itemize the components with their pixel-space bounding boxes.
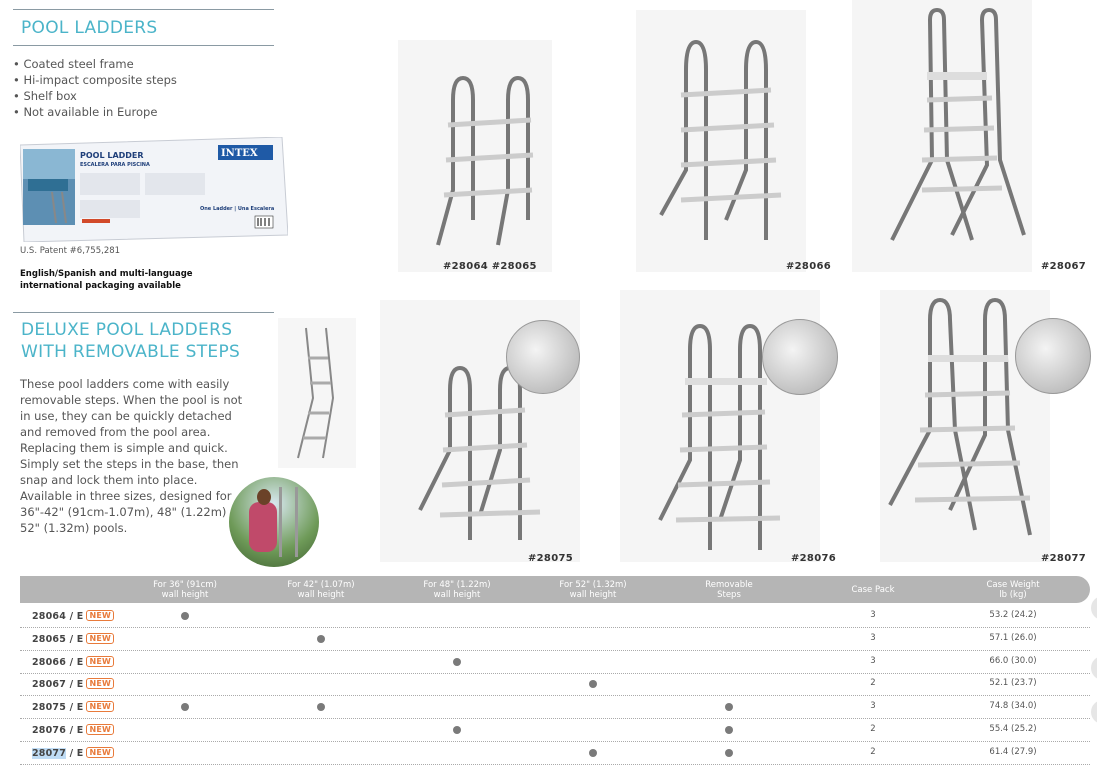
box-caption: One Ladder | Una Escalera bbox=[200, 206, 274, 212]
sku-label: #28075 bbox=[528, 553, 573, 564]
deluxe-title-line2: WITH REMOVABLE STEPS bbox=[21, 342, 241, 362]
case-pack-value: 3 bbox=[870, 632, 876, 643]
deluxe-description: These pool ladders come with easily remo… bbox=[20, 377, 252, 535]
item-code: 28076 / E NEW bbox=[32, 724, 115, 736]
side-tab[interactable] bbox=[1091, 656, 1097, 680]
sku-label: #28067 bbox=[1041, 261, 1086, 272]
deluxe-title-line1: DELUXE POOL LADDERS bbox=[21, 320, 233, 340]
deluxe-rule bbox=[13, 312, 274, 313]
ladder-photo-28064 bbox=[398, 40, 552, 272]
sku-label: #28076 bbox=[791, 553, 836, 564]
table-row: 28064 / E NEW 3 53.2 (24.2) bbox=[20, 605, 1090, 628]
side-tab[interactable] bbox=[1091, 596, 1097, 620]
sku-label: #28066 bbox=[786, 261, 831, 272]
availability-dot bbox=[181, 612, 189, 620]
brand-logo: INTEX bbox=[221, 148, 258, 159]
case-pack-value: 2 bbox=[870, 724, 876, 734]
feature-item: Not available in Europe bbox=[13, 104, 177, 120]
lifestyle-photo bbox=[229, 477, 319, 567]
case-pack-value: 2 bbox=[870, 678, 876, 689]
case-pack-value: 3 bbox=[870, 655, 876, 666]
item-code: 28067 / E NEW bbox=[32, 678, 115, 690]
col-36-header: For 36" (91cm) wall height bbox=[153, 580, 217, 600]
feature-item: Shelf box bbox=[13, 88, 177, 104]
availability-dot bbox=[453, 657, 461, 666]
col-casepack-header: Case Pack bbox=[851, 585, 895, 595]
feature-item: Coated steel frame bbox=[13, 56, 177, 72]
new-badge: NEW bbox=[86, 610, 115, 621]
box-heading: POOL LADDER bbox=[80, 151, 144, 160]
pool-ladders-title: POOL LADDERS bbox=[21, 18, 158, 38]
case-weight-value: 52.1 (23.7) bbox=[989, 678, 1037, 689]
sku-label: #28077 bbox=[1041, 553, 1086, 564]
case-weight-value: 74.8 (34.0) bbox=[989, 701, 1037, 712]
availability-dot bbox=[181, 703, 189, 712]
item-code: 28064 / E NEW bbox=[32, 610, 115, 622]
table-row: 28076 / E NEW 2 55.4 (25.2) bbox=[20, 719, 1090, 742]
table-row: 28075 / E NEW 3 74.8 (34.0) bbox=[20, 696, 1090, 720]
case-weight-value: 66.0 (30.0) bbox=[989, 655, 1037, 666]
step-detail-zoom bbox=[762, 319, 838, 395]
feature-list: Coated steel frame Hi-impact composite s… bbox=[13, 56, 177, 120]
case-weight-value: 57.1 (26.0) bbox=[989, 632, 1037, 643]
availability-dot bbox=[317, 634, 325, 643]
availability-dot bbox=[317, 703, 325, 712]
table-row: 28065 / E NEW 3 57.1 (26.0) bbox=[20, 628, 1090, 651]
title-rule bbox=[13, 45, 274, 46]
availability-dot bbox=[589, 680, 597, 689]
deluxe-ladder-thumbnail bbox=[278, 318, 356, 468]
col-weight-header: Case Weight lb (kg) bbox=[986, 580, 1040, 600]
table-row: 28067 / E NEW 2 52.1 (23.7) bbox=[20, 673, 1090, 697]
new-badge: NEW bbox=[86, 701, 115, 713]
packaging-note: English/Spanish and multi-language inter… bbox=[20, 269, 193, 291]
case-weight-value: 61.4 (27.9) bbox=[989, 746, 1037, 757]
removable-steps-dot bbox=[725, 748, 733, 757]
patent-text: U.S. Patent #6,755,281 bbox=[20, 246, 121, 256]
case-pack-value: 2 bbox=[870, 746, 876, 757]
col-52-header: For 52" (1.32m) wall height bbox=[559, 580, 627, 600]
new-badge: NEW bbox=[86, 746, 115, 758]
new-badge: NEW bbox=[86, 724, 115, 735]
item-code: 28075 / E NEW bbox=[32, 701, 115, 713]
item-code: 28077 / E NEW bbox=[32, 746, 115, 759]
product-box-image: POOL LADDER ESCALERA PARA PISCINA INTEX … bbox=[20, 137, 288, 242]
item-code: 28066 / E NEW bbox=[32, 655, 115, 668]
col-removable-header: Removable Steps bbox=[705, 580, 753, 600]
availability-dot bbox=[453, 726, 461, 734]
ladder-photo-28067 bbox=[852, 0, 1032, 272]
step-detail-zoom bbox=[1015, 318, 1091, 394]
col-48-header: For 48" (1.22m) wall height bbox=[423, 580, 491, 600]
availability-dot bbox=[589, 748, 597, 757]
new-badge: NEW bbox=[86, 655, 115, 667]
removable-steps-dot bbox=[725, 726, 733, 734]
removable-steps-dot bbox=[725, 703, 733, 712]
feature-item: Hi-impact composite steps bbox=[13, 72, 176, 88]
new-badge: NEW bbox=[86, 678, 115, 690]
side-tab[interactable] bbox=[1091, 700, 1097, 724]
ladder-photo-28066 bbox=[636, 10, 806, 272]
top-rule bbox=[13, 9, 274, 10]
table-row: 28077 / E NEW 2 61.4 (27.9) bbox=[20, 742, 1090, 765]
step-detail-zoom bbox=[506, 320, 580, 394]
case-pack-value: 3 bbox=[870, 610, 876, 620]
col-42-header: For 42" (1.07m) wall height bbox=[287, 580, 355, 600]
table-row: 28066 / E NEW 3 66.0 (30.0) bbox=[20, 651, 1090, 674]
item-code: 28065 / E NEW bbox=[32, 632, 115, 645]
box-subheading: ESCALERA PARA PISCINA bbox=[80, 162, 150, 168]
sku-label: #28064 #28065 bbox=[443, 261, 537, 272]
new-badge: NEW bbox=[86, 632, 115, 644]
case-weight-value: 53.2 (24.2) bbox=[989, 610, 1037, 620]
case-weight-value: 55.4 (25.2) bbox=[989, 724, 1037, 734]
case-pack-value: 3 bbox=[870, 701, 876, 712]
